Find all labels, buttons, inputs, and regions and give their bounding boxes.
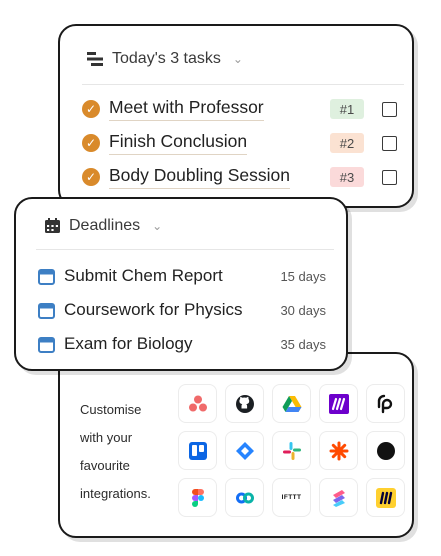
task-item: ✓ Body Doubling Session #3: [82, 160, 398, 194]
deadline-days: 30 days: [280, 302, 326, 318]
task-title[interactable]: Body Doubling Session: [109, 165, 290, 189]
figma-icon: [191, 488, 204, 507]
integration-tile-black-circle[interactable]: [366, 431, 405, 470]
priority-tag: #2: [330, 133, 364, 153]
integration-tile-pipedream[interactable]: [366, 384, 405, 423]
ifttt-icon: IFTTT: [281, 494, 302, 501]
blurb-line: with your: [80, 430, 133, 445]
check-circle-icon[interactable]: ✓: [82, 100, 100, 118]
divider: [82, 84, 404, 85]
tasks-header[interactable]: Today's 3 tasks ⌄: [86, 50, 243, 68]
task-item: ✓ Finish Conclusion #2: [82, 126, 398, 160]
integration-tile-jira[interactable]: [225, 431, 264, 470]
miro-icon: [375, 487, 396, 508]
deadlines-header[interactable]: Deadlines ⌄: [44, 217, 162, 235]
integration-tile-slack[interactable]: [272, 431, 311, 470]
deadline-title: Exam for Biology: [64, 334, 193, 353]
divider: [36, 249, 334, 250]
asana-icon: [188, 395, 207, 411]
check-circle-icon[interactable]: ✓: [82, 134, 100, 152]
deadline-title: Coursework for Physics: [64, 300, 243, 319]
blurb-line: integrations.: [80, 486, 151, 501]
integrations-blurb: Customise with your favourite integratio…: [80, 396, 170, 508]
integration-tile-trello[interactable]: [178, 431, 217, 470]
integration-tile-webflow[interactable]: [225, 478, 264, 517]
slack-icon: [282, 441, 301, 460]
task-title[interactable]: Finish Conclusion: [109, 131, 248, 155]
tasks-card: Today's 3 tasks ⌄ ✓ Meet with Professor …: [58, 24, 414, 208]
integration-tile-zapier[interactable]: [319, 431, 358, 470]
deadline-days: 35 days: [280, 336, 326, 352]
integration-tile-miro[interactable]: [366, 478, 405, 517]
task-item: ✓ Meet with Professor #1: [82, 92, 398, 126]
task-checkbox[interactable]: [382, 135, 397, 151]
integration-tile-ifttt[interactable]: IFTTT: [272, 478, 311, 517]
webflow-icon: [235, 492, 254, 503]
check-circle-icon[interactable]: ✓: [82, 168, 100, 186]
deadline-item[interactable]: Submit Chem Report 15 days: [38, 261, 330, 291]
tasks-title: Today's 3 tasks: [112, 50, 221, 67]
integration-tile-asana[interactable]: [178, 384, 217, 423]
integration-tile-github[interactable]: [225, 384, 264, 423]
stack-icon: [87, 52, 103, 66]
priority-tag: #3: [330, 167, 364, 187]
task-title[interactable]: Meet with Professor: [109, 97, 264, 121]
google-drive-icon: [282, 395, 301, 412]
integration-tile-make[interactable]: [319, 384, 358, 423]
blurb-line: favourite: [80, 458, 130, 473]
deadlines-card: Deadlines ⌄ Submit Chem Report 15 days C…: [14, 197, 348, 371]
blurb-line: Customise: [80, 402, 142, 417]
integrations-card: Customise with your favourite integratio…: [58, 352, 414, 538]
integration-tile-clickup[interactable]: [319, 478, 358, 517]
make-icon: [328, 393, 349, 414]
jira-icon: [235, 441, 254, 460]
black-circle-icon: [376, 441, 395, 460]
integration-tile-google-drive[interactable]: [272, 384, 311, 423]
calendar-icon: [38, 302, 55, 319]
priority-tag: #1: [330, 99, 364, 119]
deadline-title: Submit Chem Report: [64, 266, 223, 285]
pipedream-icon: [377, 394, 392, 413]
deadlines-title: Deadlines: [69, 217, 141, 234]
github-icon: [235, 394, 254, 413]
deadline-item[interactable]: Coursework for Physics 30 days: [38, 295, 330, 325]
trello-icon: [188, 441, 207, 460]
integrations-grid: IFTTT: [178, 384, 405, 517]
chevron-down-icon[interactable]: ⌄: [233, 52, 243, 66]
chevron-down-icon[interactable]: ⌄: [152, 219, 162, 233]
clickup-icon: [332, 489, 345, 507]
calendar-icon: [38, 268, 55, 285]
task-checkbox[interactable]: [382, 101, 397, 117]
deadline-days: 15 days: [280, 268, 326, 284]
zapier-icon: [329, 441, 348, 460]
task-checkbox[interactable]: [382, 169, 397, 185]
calendar-icon: [45, 218, 60, 233]
deadline-item[interactable]: Exam for Biology 35 days: [38, 329, 330, 359]
calendar-icon: [38, 336, 55, 353]
integration-tile-figma[interactable]: [178, 478, 217, 517]
